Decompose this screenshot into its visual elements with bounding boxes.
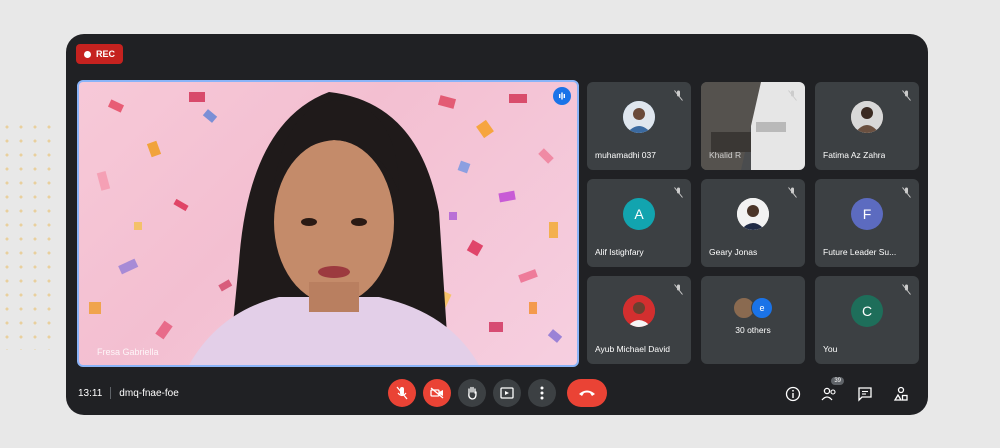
chat-button[interactable] bbox=[854, 383, 876, 405]
camera-toggle-button[interactable] bbox=[423, 379, 451, 407]
meeting-control-bar: 13:11 dmq-fnae-foe 39 bbox=[66, 371, 928, 415]
participant-name: Khalid R bbox=[709, 150, 742, 160]
participant-avatar: F bbox=[851, 198, 883, 231]
participant-avatar bbox=[737, 198, 769, 231]
avatar-initial: A bbox=[634, 206, 644, 223]
avatar-initial: F bbox=[862, 206, 872, 223]
mic-off-icon bbox=[671, 185, 685, 199]
mic-off-icon bbox=[671, 88, 685, 102]
present-icon bbox=[500, 387, 514, 399]
mic-off-icon bbox=[899, 88, 913, 102]
mic-off-icon bbox=[899, 185, 913, 199]
more-vert-icon bbox=[540, 386, 544, 400]
people-count-badge: 39 bbox=[831, 377, 844, 385]
participant-name: Future Leader Su... bbox=[823, 247, 897, 257]
camera-off-icon bbox=[430, 387, 444, 399]
meeting-window: REC Fresa Gabriella muhamadhi 037 Khalid… bbox=[66, 34, 928, 415]
participant-avatar: A bbox=[623, 198, 655, 231]
mic-off-icon bbox=[899, 282, 913, 296]
phone-hangup-icon bbox=[579, 390, 595, 396]
participant-tile[interactable]: Geary Jonas bbox=[701, 179, 805, 267]
participant-name: Geary Jonas bbox=[709, 247, 758, 257]
participant-name: Alif Istighfary bbox=[595, 247, 644, 257]
meeting-info: 13:11 dmq-fnae-foe bbox=[78, 387, 179, 399]
activities-icon bbox=[893, 386, 908, 401]
meeting-code: dmq-fnae-foe bbox=[119, 387, 179, 399]
participant-tile-self[interactable]: C You bbox=[815, 276, 919, 364]
side-panel-controls: 39 bbox=[782, 377, 912, 405]
participant-avatar bbox=[851, 101, 883, 134]
participant-name: You bbox=[823, 344, 838, 354]
mic-off-icon bbox=[785, 88, 799, 102]
mic-off-icon bbox=[396, 386, 408, 400]
participant-tile[interactable]: muhamadhi 037 bbox=[587, 82, 691, 170]
hand-icon bbox=[468, 386, 477, 400]
participant-tile-others[interactable]: e 30 others bbox=[701, 276, 805, 364]
call-controls bbox=[388, 379, 607, 407]
people-icon bbox=[821, 387, 836, 401]
participant-name: muhamadhi 037 bbox=[595, 150, 656, 160]
meeting-details-button[interactable] bbox=[782, 383, 804, 405]
recording-badge: REC bbox=[76, 44, 124, 64]
activities-button[interactable] bbox=[890, 383, 912, 405]
divider bbox=[110, 387, 112, 399]
avatar-initial: e bbox=[759, 302, 765, 313]
record-dot-icon bbox=[84, 50, 91, 58]
present-screen-button[interactable] bbox=[493, 379, 521, 407]
speaking-indicator-icon bbox=[553, 87, 571, 105]
participant-avatar: C bbox=[851, 295, 883, 328]
info-icon bbox=[785, 386, 801, 402]
raise-hand-button[interactable] bbox=[458, 379, 486, 407]
chat-icon bbox=[858, 387, 872, 402]
participant-avatar bbox=[623, 295, 655, 328]
end-call-button[interactable] bbox=[567, 379, 607, 407]
people-button[interactable]: 39 bbox=[818, 377, 844, 405]
clock-time: 13:11 bbox=[78, 387, 103, 399]
speaker-silhouette bbox=[189, 92, 479, 365]
participant-avatar bbox=[623, 101, 655, 134]
more-options-button[interactable] bbox=[528, 379, 556, 407]
participant-avatar: e bbox=[751, 296, 773, 319]
others-avatar-group: e bbox=[733, 296, 773, 319]
decorative-dots bbox=[0, 120, 60, 350]
mic-off-icon bbox=[671, 282, 685, 296]
participant-name: Ayub Michael David bbox=[595, 344, 670, 354]
participant-tile[interactable]: F Future Leader Su... bbox=[815, 179, 919, 267]
main-speaker-name: Fresa Gabriella bbox=[97, 347, 159, 357]
participant-tile[interactable]: Ayub Michael David bbox=[587, 276, 691, 364]
mic-off-icon bbox=[785, 185, 799, 199]
others-count-label: 30 others bbox=[735, 325, 771, 336]
mic-toggle-button[interactable] bbox=[388, 379, 416, 407]
recording-label: REC bbox=[96, 49, 116, 59]
participant-name: Fatima Az Zahra bbox=[823, 150, 886, 160]
avatar-initial: C bbox=[861, 303, 873, 320]
participant-tile-video[interactable]: Khalid R bbox=[701, 82, 805, 170]
participant-tile[interactable]: A Alif Istighfary bbox=[587, 179, 691, 267]
main-speaker-video[interactable]: Fresa Gabriella bbox=[77, 80, 579, 367]
participant-tile[interactable]: Fatima Az Zahra bbox=[815, 82, 919, 170]
